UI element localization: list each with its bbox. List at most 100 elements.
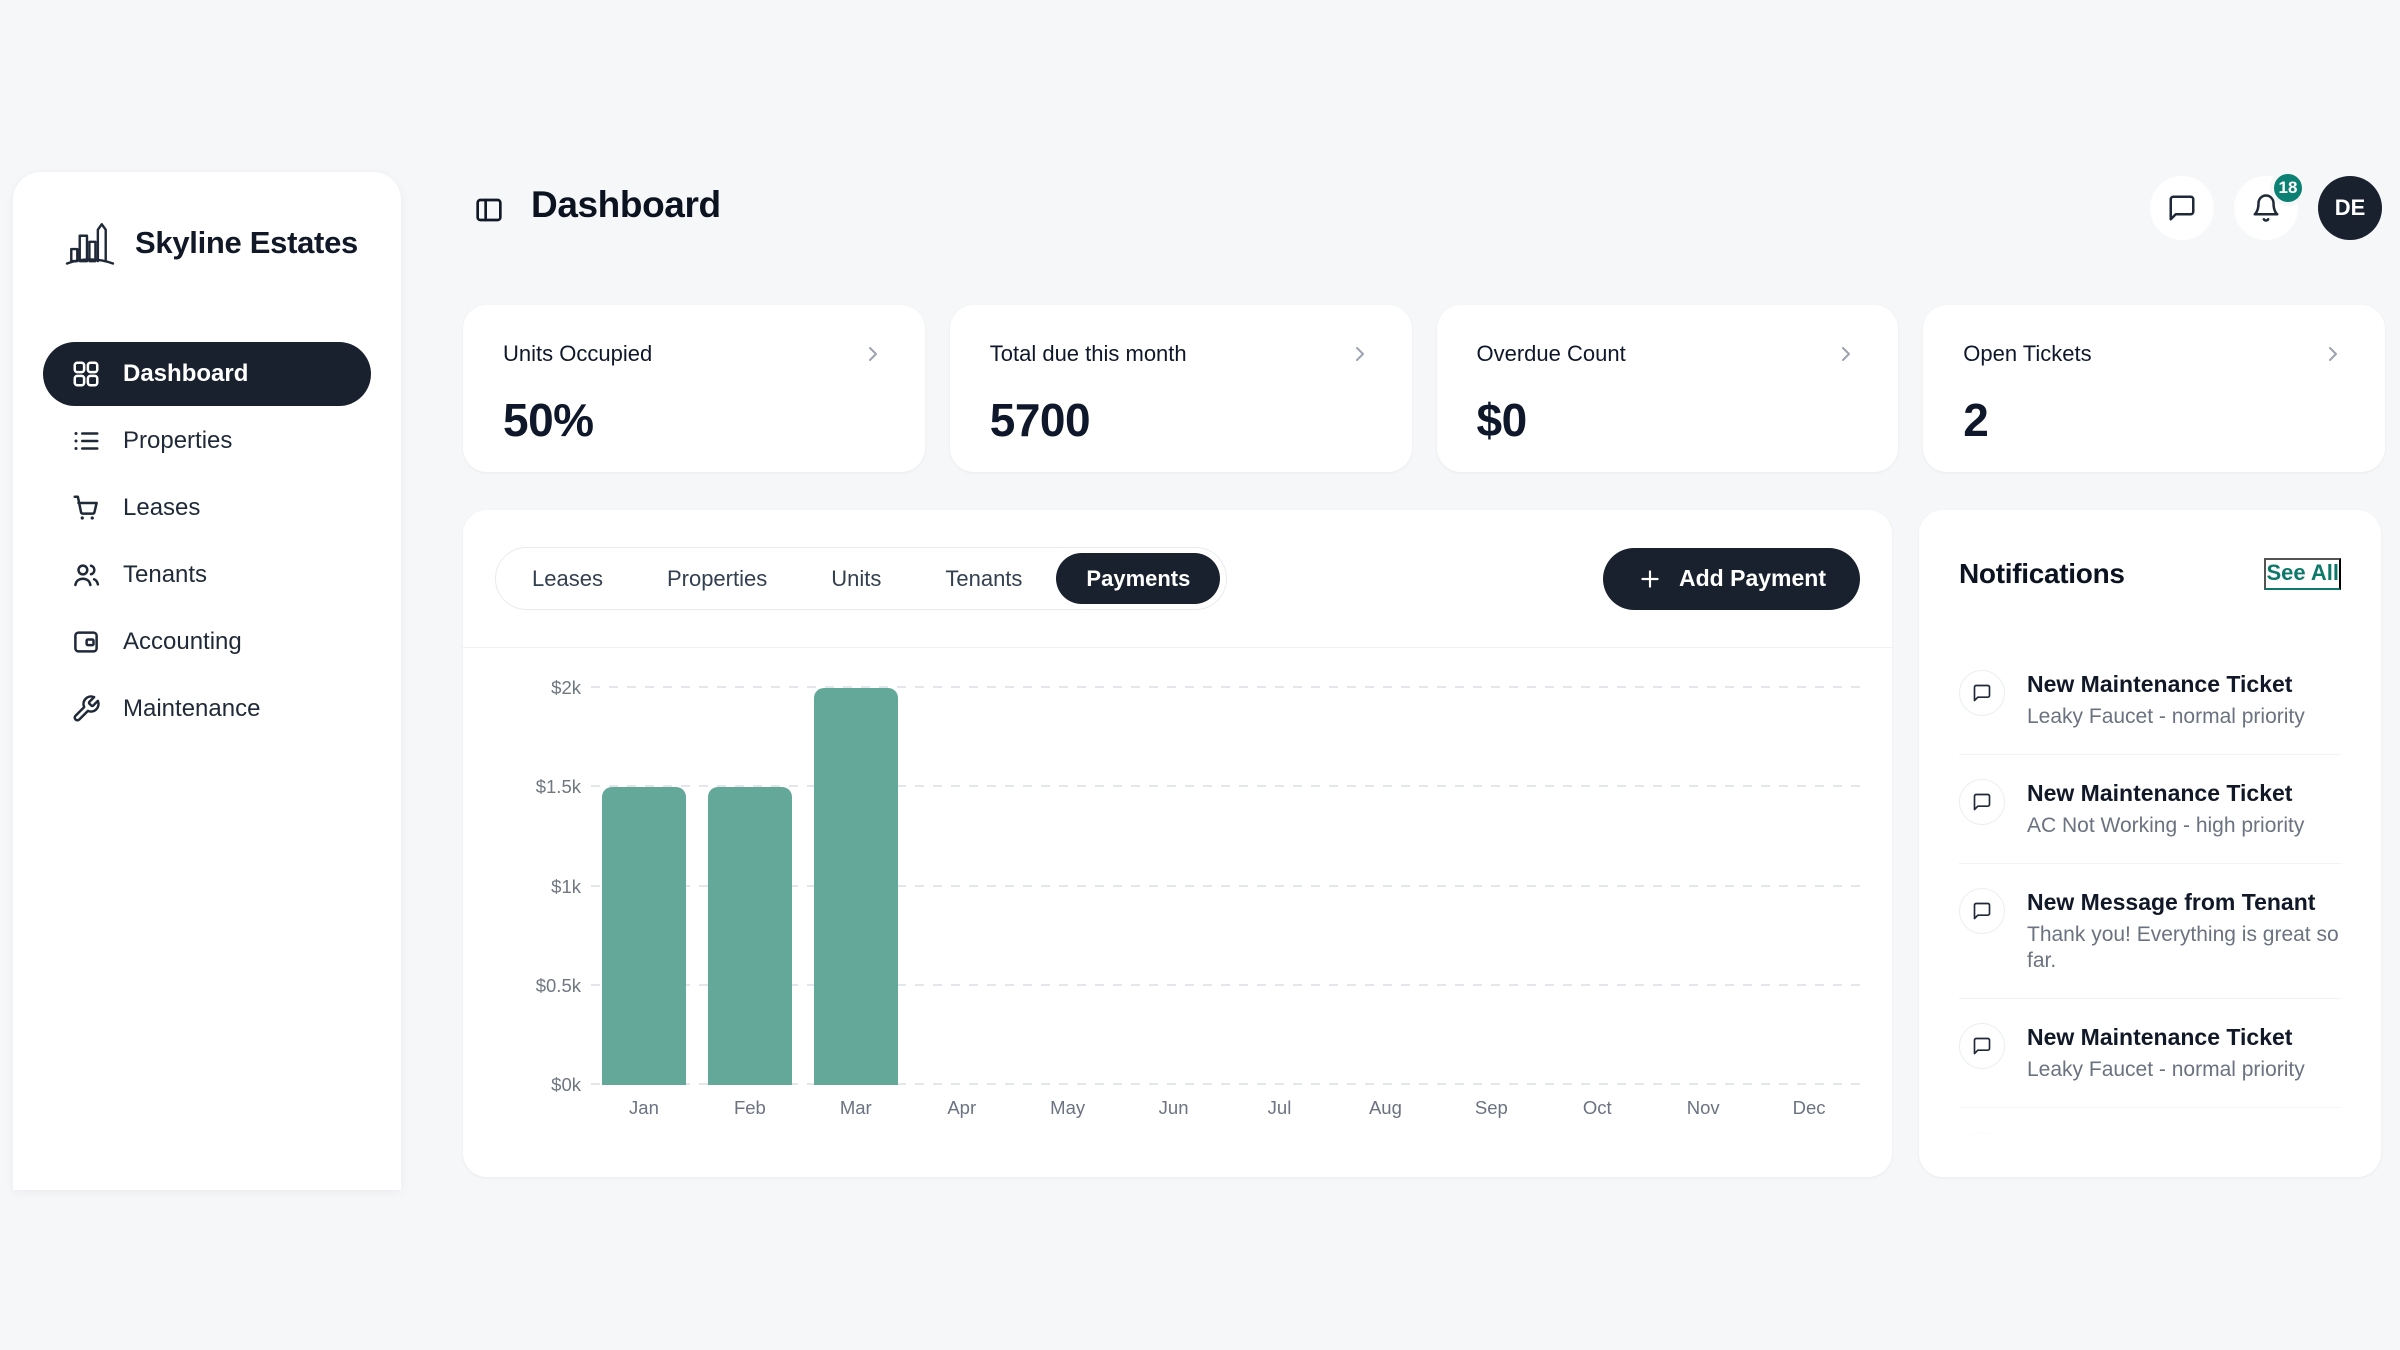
notifications-button[interactable]: 18 <box>2234 176 2298 240</box>
sidebar-item-label: Dashboard <box>123 360 248 388</box>
list-icon <box>71 426 101 456</box>
notification-icon-circle <box>1959 1132 2005 1177</box>
notification-item[interactable]: New Maintenance Ticket Leaky Faucet - nor… <box>1959 670 2341 754</box>
notification-title: New Message from Tenant <box>2027 888 2341 916</box>
notification-icon-circle <box>1959 670 2005 716</box>
chat-bubble-icon <box>2167 193 2197 223</box>
chart-column-nov: Nov <box>1650 678 1756 1085</box>
sidebar-toggle-button[interactable] <box>473 194 505 226</box>
notification-subtitle: AC Not Working - high priority <box>2027 813 2304 839</box>
notification-title: New Maintenance Ticket <box>2027 779 2304 807</box>
sidebar-item-tenants[interactable]: Tenants <box>43 543 371 607</box>
stat-label: Open Tickets <box>1963 341 2091 367</box>
users-icon <box>71 560 101 590</box>
brand-name: Skyline Estates <box>135 225 358 261</box>
avatar[interactable]: DE <box>2318 176 2382 240</box>
stat-card-overdue-count[interactable]: Overdue Count $0 <box>1437 305 1899 472</box>
stat-card-total-due-this-month[interactable]: Total due this month 5700 <box>950 305 1412 472</box>
notification-subtitle: Thank you! Everything is great so far. <box>2027 922 2341 974</box>
payments-bar-chart: $0k$0.5k$1k$1.5k$2kJanFebMarAprMayJunJul… <box>463 648 1892 1177</box>
sidebar-item-accounting[interactable]: Accounting <box>43 610 371 674</box>
sidebar: Skyline Estates Dashboard Properties Lease… <box>13 172 401 1190</box>
stat-value: 50% <box>503 393 885 447</box>
notification-title: New Maintenance Ticket <box>2027 670 2305 698</box>
chevron-right-icon <box>1348 342 1372 366</box>
x-axis-tick-label: Nov <box>1650 1097 1756 1119</box>
stat-value: 2 <box>1963 393 2345 447</box>
stat-value: $0 <box>1477 393 1859 447</box>
notification-title: New Maintenance Ticket <box>2027 1023 2305 1051</box>
chart-bar-mar <box>814 688 898 1085</box>
stat-card-open-tickets[interactable]: Open Tickets 2 <box>1923 305 2385 472</box>
stat-value: 5700 <box>990 393 1372 447</box>
chart-column-jul: Jul <box>1227 678 1333 1085</box>
panel-left-icon <box>473 194 505 226</box>
sidebar-item-properties[interactable]: Properties <box>43 409 371 473</box>
wallet-icon <box>71 627 101 657</box>
chart-column-may: May <box>1015 678 1121 1085</box>
chart-column-dec: Dec <box>1756 678 1862 1085</box>
messages-button[interactable] <box>2150 176 2214 240</box>
brand: Skyline Estates <box>13 172 401 272</box>
add-payment-button[interactable]: Add Payment <box>1603 548 1860 610</box>
notifications-list: New Maintenance Ticket Leaky Faucet - nor… <box>1959 670 2341 1177</box>
sidebar-nav: Dashboard Properties Leases Tenants Accounti… <box>13 342 401 741</box>
add-payment-label: Add Payment <box>1679 565 1826 592</box>
y-axis-tick-label: $1.5k <box>471 776 581 798</box>
chart-bar-feb <box>708 787 792 1085</box>
chart-column-sep: Sep <box>1438 678 1544 1085</box>
x-axis-tick-label: Jan <box>591 1097 697 1119</box>
y-axis-tick-label: $0k <box>471 1074 581 1096</box>
tab-units[interactable]: Units <box>801 553 911 604</box>
notification-item[interactable] <box>1959 1107 2341 1177</box>
stat-card-units-occupied[interactable]: Units Occupied50% <box>463 305 925 472</box>
notification-icon-circle <box>1959 1023 2005 1069</box>
chevron-right-icon <box>2321 342 2345 366</box>
chart-column-jun: Jun <box>1121 678 1227 1085</box>
y-axis-tick-label: $2k <box>471 677 581 699</box>
page-title: Dashboard <box>531 184 721 226</box>
sidebar-item-label: Tenants <box>123 561 207 589</box>
chart-column-feb: Feb <box>697 678 803 1085</box>
notification-icon-circle <box>1959 779 2005 825</box>
notification-icon-circle <box>1959 888 2005 934</box>
stat-label: Total due this month <box>990 341 1187 367</box>
chart-column-aug: Aug <box>1332 678 1438 1085</box>
chat-bubble-icon <box>1972 683 1992 703</box>
tab-bar: LeasesPropertiesUnitsTenantsPayments <box>495 547 1227 610</box>
topbar: Dashboard 18 DE <box>463 172 2385 268</box>
stats-row: Units Occupied50% Total due this month 570… <box>463 305 2385 472</box>
sidebar-item-label: Leases <box>123 494 200 522</box>
notification-subtitle: Leaky Faucet - normal priority <box>2027 704 2305 730</box>
x-axis-tick-label: Jun <box>1121 1097 1227 1119</box>
cart-icon <box>71 493 101 523</box>
chat-bubble-icon <box>1972 901 1992 921</box>
notifications-panel: Notifications See All New Maintenance Ti… <box>1919 510 2381 1177</box>
see-all-link[interactable]: See All <box>2264 558 2341 590</box>
sidebar-item-maintenance[interactable]: Maintenance <box>43 677 371 741</box>
tab-properties[interactable]: Properties <box>637 553 797 604</box>
city-skyline-icon <box>61 214 119 272</box>
notification-item[interactable]: New Maintenance Ticket Leaky Faucet - nor… <box>1959 998 2341 1107</box>
notification-item[interactable]: New Message from Tenant Thank you! Everyt… <box>1959 863 2341 998</box>
sidebar-item-label: Accounting <box>123 628 242 656</box>
x-axis-tick-label: Jul <box>1227 1097 1333 1119</box>
tab-leases[interactable]: Leases <box>502 553 633 604</box>
chart-column-mar: Mar <box>803 678 909 1085</box>
stat-label: Overdue Count <box>1477 341 1626 367</box>
x-axis-tick-label: Mar <box>803 1097 909 1119</box>
chevron-right-icon <box>861 342 885 366</box>
chat-bubble-icon <box>1972 1145 1992 1165</box>
notification-subtitle: Leaky Faucet - normal priority <box>2027 1057 2305 1083</box>
tab-payments[interactable]: Payments <box>1056 553 1220 604</box>
x-axis-tick-label: Aug <box>1332 1097 1438 1119</box>
x-axis-tick-label: May <box>1015 1097 1121 1119</box>
sidebar-item-leases[interactable]: Leases <box>43 476 371 540</box>
chart-bar-jan <box>602 787 686 1085</box>
chevron-right-icon <box>1834 342 1858 366</box>
notification-item[interactable]: New Maintenance Ticket AC Not Working - h… <box>1959 754 2341 863</box>
x-axis-tick-label: Oct <box>1544 1097 1650 1119</box>
y-axis-tick-label: $1k <box>471 876 581 898</box>
tab-tenants[interactable]: Tenants <box>915 553 1052 604</box>
sidebar-item-dashboard[interactable]: Dashboard <box>43 342 371 406</box>
